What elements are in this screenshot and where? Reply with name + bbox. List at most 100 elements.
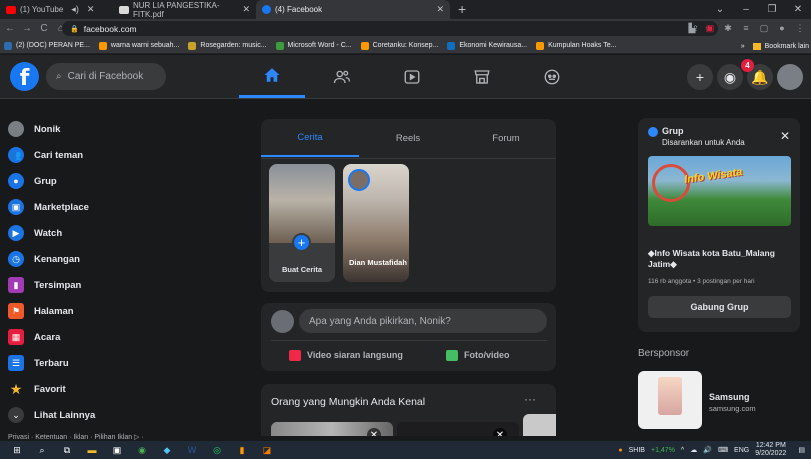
app-icon[interactable]: ◆: [159, 444, 175, 456]
search-box[interactable]: ⌕: [46, 63, 166, 90]
tab-youtube[interactable]: (1) YouTube ◂) ✕: [0, 0, 113, 19]
sidebar-item-marketplace[interactable]: ▣ Marketplace: [8, 195, 208, 219]
sidebar-item-events[interactable]: ▦ Acara: [8, 325, 208, 349]
live-video-button[interactable]: Video siaran langsung: [289, 346, 403, 364]
add-story-icon[interactable]: +: [292, 233, 311, 252]
extension-icon[interactable]: ▙: [687, 22, 697, 34]
composer-input[interactable]: Apa yang Anda pikirkan, Nonik?: [299, 309, 547, 333]
tab-reels[interactable]: Reels: [359, 119, 457, 157]
post-composer: Apa yang Anda pikirkan, Nonik? Video sia…: [261, 303, 556, 371]
messenger-button[interactable]: ◉: [717, 64, 743, 90]
ticker-symbol[interactable]: SHIB: [629, 447, 645, 454]
side-panel-icon[interactable]: ▢: [759, 22, 769, 34]
close-icon[interactable]: ✕: [493, 428, 507, 436]
maximize-button[interactable]: ❐: [759, 4, 785, 15]
close-icon[interactable]: ✕: [780, 129, 790, 143]
windows-start-icon[interactable]: ⊞: [9, 444, 25, 456]
footer-links[interactable]: Privasi · Ketentuan · Iklan · Pilihan Ik…: [8, 433, 144, 441]
group-cover-image[interactable]: Info Wisata: [648, 156, 791, 226]
word-icon[interactable]: W: [184, 444, 200, 456]
bookmark-item[interactable]: warna warni sebuah...: [98, 41, 179, 50]
minimize-button[interactable]: –: [733, 4, 759, 15]
app-icon[interactable]: ▮: [234, 444, 250, 456]
bookmark-item[interactable]: Ekonomi Kewirausa...: [447, 41, 527, 50]
sidebar-item-groups[interactable]: ● Grup: [8, 169, 208, 193]
puzzle-icon[interactable]: ✱: [723, 22, 733, 34]
other-bookmarks-button[interactable]: Bookmark lain: [765, 43, 809, 50]
bookmark-item[interactable]: Coretanku: Konsep...: [360, 41, 438, 50]
nav-friends[interactable]: [309, 55, 375, 98]
tab-rooms[interactable]: Forum: [457, 119, 555, 157]
facebook-logo[interactable]: f: [10, 62, 39, 91]
sidebar-item-memories[interactable]: ◷ Kenangan: [8, 247, 208, 271]
keyboard-icon[interactable]: ⌨: [718, 446, 728, 454]
sidebar-item-most-recent[interactable]: ☰ Terbaru: [8, 351, 208, 375]
close-icon[interactable]: ✕: [87, 4, 95, 15]
whatsapp-icon[interactable]: ◎: [209, 444, 225, 456]
sidebar-item-label: Nonik: [34, 123, 61, 135]
reload-button[interactable]: C: [37, 23, 51, 34]
extension-icon[interactable]: ▣: [705, 22, 715, 34]
create-story-card[interactable]: + Buat Cerita: [269, 164, 335, 282]
sidebar-item-see-more[interactable]: ⌄ Lihat Lainnya: [8, 403, 208, 427]
chevron-up-icon[interactable]: ^: [681, 447, 684, 454]
ad-url: samsung.com: [709, 404, 756, 413]
back-button[interactable]: ←: [3, 23, 17, 34]
nav-home[interactable]: [239, 55, 305, 98]
menu-icon[interactable]: ⋮: [795, 22, 805, 34]
chrome-icon[interactable]: ◉: [134, 444, 150, 456]
account-avatar[interactable]: [777, 64, 803, 90]
tab-stories[interactable]: Cerita: [261, 119, 359, 157]
sidebar-item-pages[interactable]: ⚑ Halaman: [8, 299, 208, 323]
close-icon[interactable]: ✕: [367, 428, 381, 436]
file-explorer-icon[interactable]: ▬: [84, 444, 100, 456]
sidebar-item-favorites[interactable]: ★ Favorit: [8, 377, 208, 401]
more-options-icon[interactable]: ···: [524, 392, 536, 406]
bookmark-label: (2) (DOC) PERAN PE...: [16, 42, 90, 49]
close-window-button[interactable]: ✕: [785, 4, 811, 15]
language-indicator[interactable]: ENG: [734, 447, 749, 454]
notification-icon[interactable]: ▤: [798, 446, 805, 454]
network-icon[interactable]: ☁: [690, 446, 697, 454]
search-input[interactable]: [67, 71, 158, 82]
nav-watch[interactable]: [379, 55, 445, 98]
new-tab-button[interactable]: +: [450, 0, 474, 19]
sidebar-item-find-friends[interactable]: 👥 Cari teman: [8, 143, 208, 167]
bookmark-item[interactable]: Kumpulan Hoaks Te...: [536, 41, 616, 50]
nav-marketplace[interactable]: [449, 55, 515, 98]
tab-facebook[interactable]: (4) Facebook ✕: [256, 0, 450, 19]
person-card[interactable]: [523, 414, 556, 436]
speaker-icon[interactable]: ◂): [71, 4, 79, 15]
tab-search-icon[interactable]: ⌄: [707, 4, 733, 15]
volume-icon[interactable]: 🔊: [703, 446, 712, 454]
sidebar-item-profile[interactable]: Nonik: [8, 117, 208, 141]
bookmark-item[interactable]: (2) (DOC) PERAN PE...: [4, 41, 90, 50]
story-card[interactable]: Dian Mustafidah: [343, 164, 409, 282]
clock[interactable]: 12:42 PM 9/20/2022: [755, 442, 792, 457]
bookmarks-more-button[interactable]: »: [741, 43, 745, 50]
task-view-icon[interactable]: ⧉: [59, 444, 75, 456]
join-group-button[interactable]: Gabung Grup: [648, 296, 791, 318]
profile-icon[interactable]: ●: [777, 22, 787, 34]
bookmark-item[interactable]: Microsoft Word - C...: [275, 41, 352, 50]
avatar: [271, 310, 294, 333]
search-icon[interactable]: ⌕: [34, 444, 50, 456]
group-name[interactable]: ◆Info Wisata kota Batu_Malang Jatim◆: [648, 248, 793, 270]
store-icon[interactable]: ▣: [109, 444, 125, 456]
forward-button[interactable]: →: [20, 23, 34, 34]
sidebar-item-watch[interactable]: ▶ Watch: [8, 221, 208, 245]
omnibox[interactable]: 🔒 facebook.com ⇪ ☆: [62, 21, 718, 36]
tab-pdf[interactable]: NUR LIA PANGESTIKA-FITK.pdf ✕: [113, 0, 256, 19]
ad-image[interactable]: [638, 371, 702, 429]
close-icon[interactable]: ✕: [436, 4, 444, 15]
close-icon[interactable]: ✕: [242, 4, 250, 15]
photo-video-button[interactable]: Foto/video: [446, 346, 510, 364]
ad-advertiser[interactable]: Samsung: [709, 392, 750, 402]
reading-list-icon[interactable]: ≡: [741, 22, 751, 34]
sidebar-item-saved[interactable]: ▮ Tersimpan: [8, 273, 208, 297]
nav-gaming[interactable]: [519, 55, 585, 98]
bookmark-item[interactable]: Rosegarden: music...: [188, 41, 267, 50]
app-icon[interactable]: ◪: [259, 444, 275, 456]
create-button[interactable]: +: [687, 64, 713, 90]
lock-icon[interactable]: 🔒: [70, 25, 79, 33]
